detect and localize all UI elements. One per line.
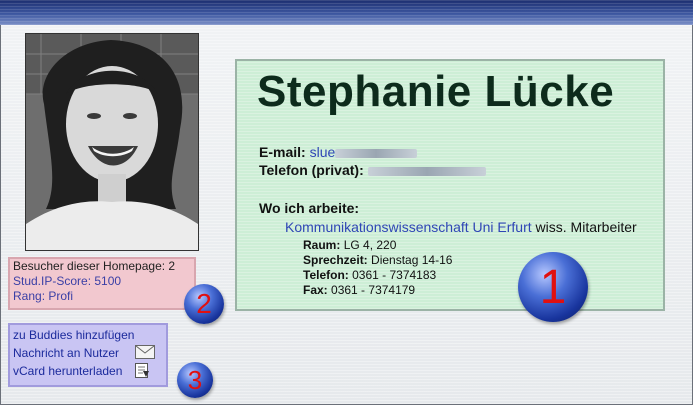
profile-name: Stephanie Lücke (257, 67, 615, 116)
user-actions-box: zu Buddies hinzufügen Nachricht an Nutze… (8, 323, 168, 387)
visitor-stats-box: Besucher dieser Homepage: 2 Stud.IP-Scor… (8, 257, 196, 310)
add-buddy-label: zu Buddies hinzufügen (13, 328, 135, 342)
detail-label: Sprechzeit: (303, 253, 368, 267)
detail-value: 0361 - 7374179 (331, 283, 416, 297)
vcard-download-icon[interactable] (134, 362, 150, 384)
profile-card: Stephanie Lücke E-mail: slue Telefon (pr… (235, 59, 665, 311)
phone-private-label: Telefon (privat): (259, 162, 364, 178)
work-heading: Wo ich arbeite: (259, 200, 360, 216)
phone-private-row: Telefon (privat): (259, 162, 486, 178)
profile-photo (25, 33, 199, 251)
download-vcard-label: vCard herunterladen (13, 364, 123, 378)
detail-label: Fax: (303, 283, 328, 297)
send-message-link[interactable]: Nachricht an Nutzer (13, 344, 166, 362)
visitor-count: Besucher dieser Homepage: 2 (13, 259, 176, 273)
badge-number: 2 (196, 288, 212, 319)
email-link[interactable]: slue (310, 144, 418, 160)
send-message-label: Nachricht an Nutzer (13, 346, 120, 360)
callout-badge-1: 1 (518, 252, 588, 322)
callout-badge-3: 3 (177, 362, 213, 398)
badge-number: 3 (187, 364, 203, 395)
detail-phone: Telefon: 0361 - 7374183 (303, 268, 436, 282)
top-header-bar (0, 0, 693, 25)
detail-value: Dienstag 14-16 (371, 253, 453, 267)
detail-fax: Fax: 0361 - 7374179 (303, 283, 415, 297)
callout-badge-2: 2 (184, 284, 224, 324)
badge-number: 1 (539, 260, 567, 314)
redacted-email (335, 148, 418, 158)
detail-label: Telefon: (303, 268, 349, 282)
position-text: wiss. Mitarbeiter (535, 219, 637, 235)
detail-office-hours: Sprechzeit: Dienstag 14-16 (303, 253, 452, 267)
work-line: Kommunikationswissenschaft Uni Erfurt wi… (285, 219, 637, 235)
studip-score: Stud.IP-Score: 5100 (13, 274, 122, 288)
add-buddy-link[interactable]: zu Buddies hinzufügen (13, 326, 166, 344)
detail-value: LG 4, 220 (343, 238, 397, 252)
detail-room: Raum: LG 4, 220 (303, 238, 396, 252)
email-link-text: slue (309, 144, 336, 160)
redacted-phone (367, 166, 486, 176)
email-row: E-mail: slue (259, 144, 418, 160)
detail-label: Raum: (303, 238, 341, 252)
institution-link[interactable]: Kommunikationswissenschaft Uni Erfurt (285, 219, 532, 235)
user-rank: Rang: Profi (13, 289, 74, 303)
email-label: E-mail: (259, 144, 306, 160)
detail-value: 0361 - 7374183 (352, 268, 437, 282)
download-vcard-link[interactable]: vCard herunterladen (13, 362, 166, 380)
